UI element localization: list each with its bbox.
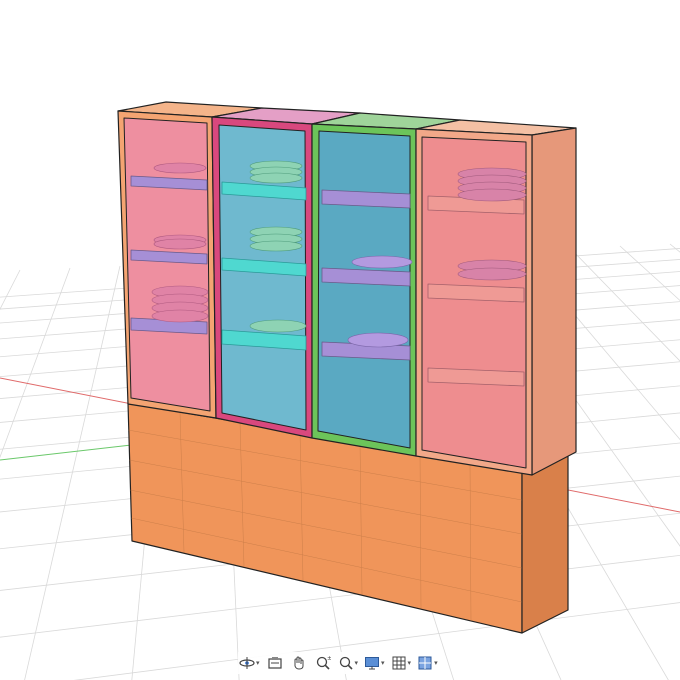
- look-at-button[interactable]: [265, 653, 285, 673]
- zoom-window-button[interactable]: ▾: [337, 653, 360, 673]
- orbit-button[interactable]: ▾: [238, 653, 261, 673]
- zoom-window-icon: [339, 656, 353, 670]
- zoom-button[interactable]: ±: [313, 653, 333, 673]
- display-settings-button[interactable]: ▾: [363, 653, 386, 673]
- viewports-icon: [418, 656, 432, 670]
- 3d-viewport[interactable]: [0, 0, 680, 680]
- pan-hand-icon: [294, 656, 304, 670]
- chevron-down-icon: ▾: [354, 658, 359, 667]
- grid-settings-icon: [392, 656, 406, 670]
- chevron-down-icon: ▾: [434, 658, 438, 667]
- orbit-icon: [239, 657, 255, 669]
- svg-text:±: ±: [327, 655, 331, 662]
- viewports-button[interactable]: ▾: [416, 653, 439, 673]
- chevron-down-icon: ▾: [381, 658, 385, 667]
- zoom-icon: ±: [316, 655, 331, 670]
- display-settings-icon: [365, 657, 380, 670]
- y-axis-line: [0, 443, 141, 461]
- chevron-down-icon: ▾: [256, 658, 260, 667]
- navigation-toolbar: ▾ ± ▾ ▾ ▾ ▾: [238, 652, 439, 674]
- look-at-icon: [267, 657, 282, 669]
- grid-settings-button[interactable]: ▾: [390, 653, 413, 673]
- pan-button[interactable]: [289, 653, 309, 673]
- chevron-down-icon: ▾: [407, 658, 412, 667]
- cabinet-right[interactable]: [415, 119, 577, 476]
